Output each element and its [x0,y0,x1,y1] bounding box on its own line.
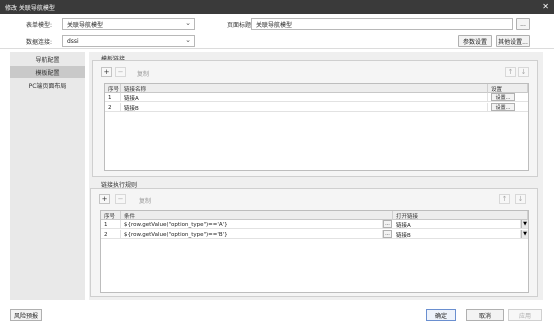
column-header-no: 序号 [101,211,121,220]
template-links-group: + − 复制 ↑ ↓ 序号 链接名称 设置 1 链接A 设置... 2 链接B … [92,60,538,177]
copy-link-button[interactable]: 复制 [137,69,149,78]
sidebar-item-label: 导航配置 [35,56,60,64]
chevron-down-icon: ⌄ [185,19,191,27]
add-link-button[interactable]: + [101,67,112,77]
data-connection-label: 数据连接: [26,39,53,46]
ok-button[interactable]: 确定 [426,309,456,321]
page-title-input[interactable]: 关联导航模型 [251,18,513,30]
data-connection-value: dssi [67,37,79,45]
other-settings-button[interactable]: 其他设置... [496,35,530,47]
window-titlebar: 修改 关联导航模型 ✕ [0,0,554,14]
sidebar-item-pc-layout[interactable]: PC端页面布局 [10,79,85,91]
table-model-label: 表单模型: [26,22,53,29]
row-link-name[interactable]: 链接B [121,103,488,112]
page-title-label: 页面标题: [227,22,254,29]
link-settings-button[interactable]: 设置... [491,103,515,111]
preview-button[interactable]: 风险预报 [10,309,42,321]
parameter-settings-button[interactable]: 参数设置 [458,35,492,47]
move-up-icon[interactable]: ↑ [505,67,516,77]
move-up-icon[interactable]: ↑ [499,194,510,204]
remove-link-button[interactable]: − [115,67,126,77]
sidebar: 导航配置 模板配置 PC端页面布局 [10,52,85,300]
row-open-link[interactable]: 链接B [393,230,521,239]
condition-edit-button[interactable]: ... [383,220,392,228]
row-link-name[interactable]: 链接A [121,93,488,102]
column-header-open-link: 打开链接 [393,211,528,220]
copy-rule-button[interactable]: 复制 [139,196,151,205]
table-header: 序号 条件 打开链接 [101,211,528,220]
template-links-table: 序号 链接名称 设置 1 链接A 设置... 2 链接B 设置... [104,83,529,171]
row-no: 1 [101,220,121,229]
condition-edit-button[interactable]: ... [383,230,392,238]
link-rules-table: 序号 条件 打开链接 1 ${row.getValue("option_type… [100,210,529,293]
window-title: 修改 关联导航模型 [5,4,55,12]
sidebar-item-label: 模板配置 [35,69,60,77]
header-divider [0,48,554,49]
column-header-settings: 设置 [488,84,528,93]
cancel-button[interactable]: 取消 [466,309,504,321]
column-header-link-name: 链接名称 [121,84,488,93]
table-row[interactable]: 1 链接A 设置... [105,93,528,102]
row-open-link[interactable]: 链接A [393,220,521,229]
table-row[interactable]: 2 链接B 设置... [105,103,528,112]
move-down-icon[interactable]: ↓ [515,194,526,204]
table-row[interactable]: 1 ${row.getValue("option_type")=='A'} ..… [101,220,528,229]
sidebar-item-navigation-config[interactable]: 导航配置 [10,53,85,65]
content-panel: 模板链接 + − 复制 ↑ ↓ 序号 链接名称 设置 1 链接A 设置... 2… [89,52,543,300]
apply-button[interactable]: 应用 [508,309,542,321]
row-no: 2 [105,103,121,112]
move-down-icon[interactable]: ↓ [518,67,529,77]
table-model-value: 关联导航模型 [67,21,104,29]
chevron-down-icon: ⌄ [185,36,191,44]
link-settings-button[interactable]: 设置... [491,93,515,101]
add-rule-button[interactable]: + [99,194,110,204]
row-condition[interactable]: ${row.getValue("option_type")=='A'} [121,220,383,229]
sidebar-item-label: PC端页面布局 [28,82,67,90]
row-no: 1 [105,93,121,102]
remove-rule-button[interactable]: − [115,194,126,204]
page-title-browse-button[interactable]: ... [516,18,530,30]
row-condition[interactable]: ${row.getValue("option_type")=='B'} [121,230,383,239]
table-row[interactable]: 2 ${row.getValue("option_type")=='B'} ..… [101,230,528,239]
table-model-select[interactable]: 关联导航模型 ⌄ [62,18,195,30]
dropdown-arrow-icon[interactable]: ▼ [521,220,528,228]
close-icon[interactable]: ✕ [542,2,549,12]
row-no: 2 [101,230,121,239]
sidebar-item-template-config[interactable]: 模板配置 [10,66,85,78]
column-header-condition: 条件 [121,211,393,220]
data-connection-select[interactable]: dssi ⌄ [62,35,195,47]
dropdown-arrow-icon[interactable]: ▼ [521,230,528,238]
table-header: 序号 链接名称 设置 [105,84,528,93]
link-rules-group: + − 复制 ↑ ↓ 序号 条件 打开链接 1 ${row.getValue("… [90,188,538,297]
column-header-no: 序号 [105,84,121,93]
page-title-value: 关联导航模型 [256,21,293,29]
